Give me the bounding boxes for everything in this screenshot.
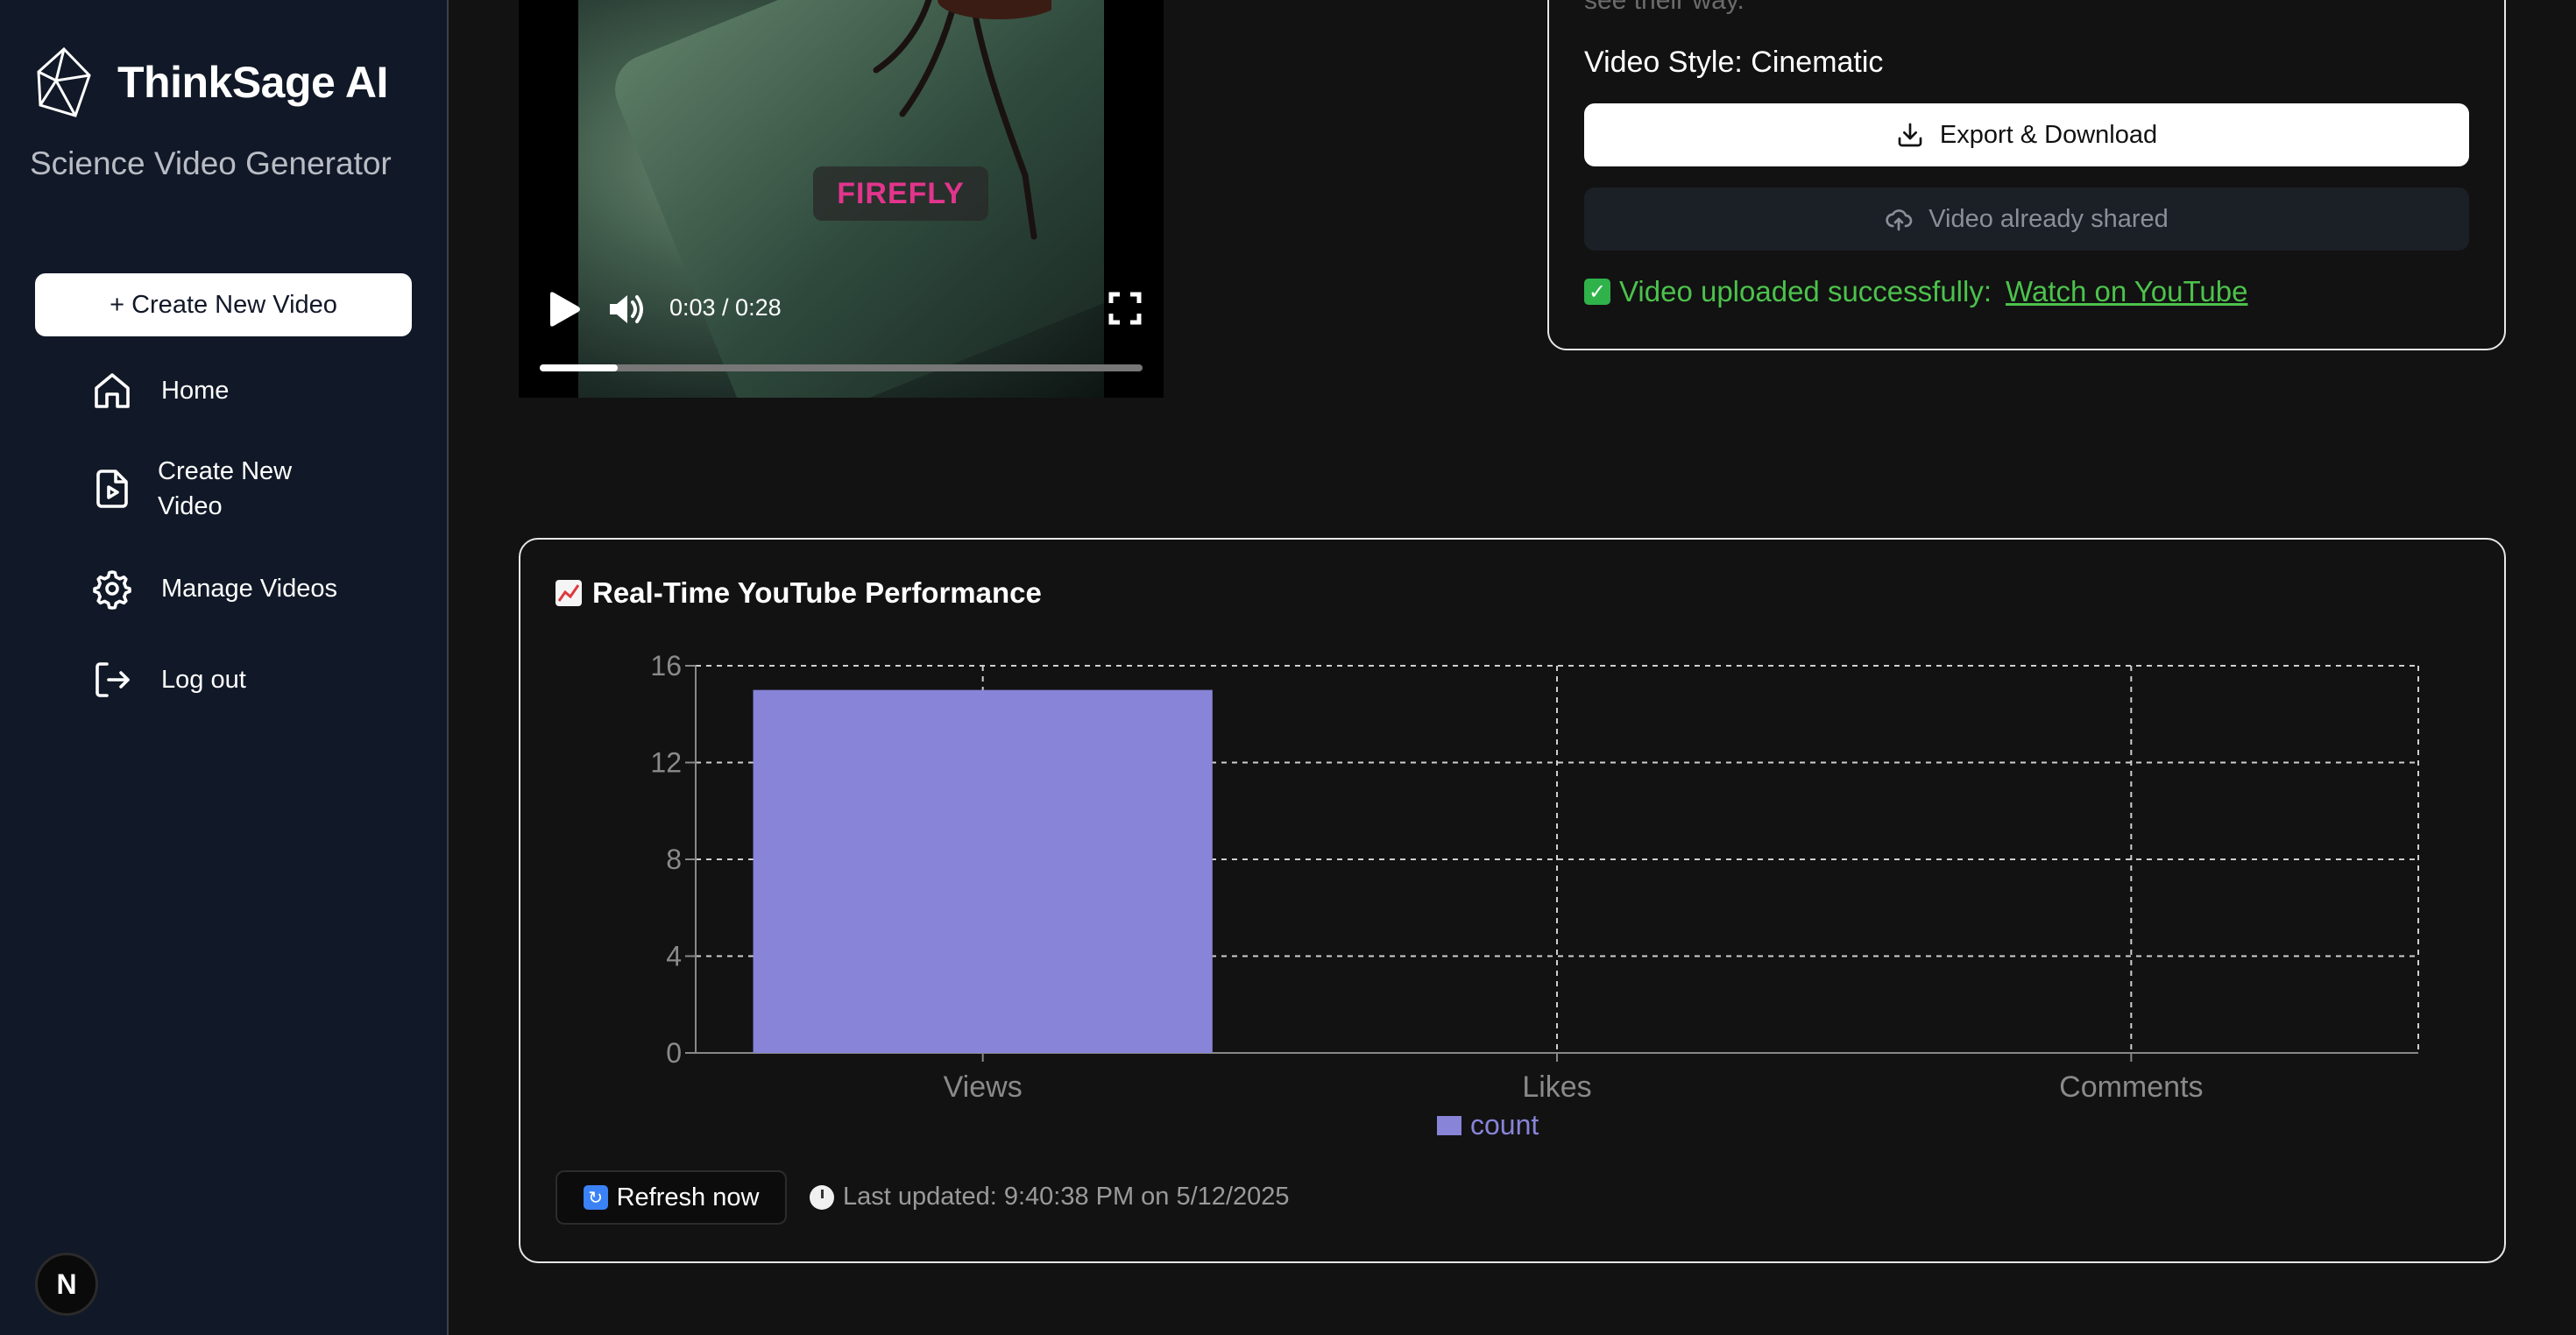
file-video-icon (96, 470, 128, 508)
description-text: see their way. (1584, 0, 1744, 15)
sidebar-item-label: Home (161, 377, 230, 405)
performance-title: Real-Time YouTube Performance (556, 576, 1042, 610)
logo-icon (37, 46, 91, 117)
performance-title-text: Real-Time YouTube Performance (592, 576, 1042, 609)
sidebar-item-label: Manage Videos (161, 575, 338, 603)
x-tick-label: Views (944, 1070, 1023, 1104)
play-icon[interactable] (543, 289, 584, 329)
sidebar-item-label: Create New Video (158, 457, 293, 520)
upload-success-message: ✓ Video uploaded successfully: Watch on … (1584, 275, 2247, 308)
insect-legs-icon (873, 0, 1051, 240)
legend-label: count (1470, 1109, 1539, 1141)
share-video-label: Video already shared (1928, 204, 2169, 233)
refresh-icon: ↻ (583, 1185, 608, 1210)
logout-icon (96, 662, 130, 697)
last-updated-text: Last updated: 9:40:38 PM on 5/12/2025 (843, 1183, 1290, 1211)
chart-trend-icon (556, 580, 582, 606)
sidebar-item-label: Log out (161, 666, 246, 694)
brand-name: ThinkSage AI (117, 58, 388, 107)
sidebar: ThinkSage AI Science Video Generator + C… (0, 0, 449, 1335)
sidebar-item-log-out[interactable]: Log out (91, 659, 246, 701)
x-tick-label: Likes (1522, 1070, 1591, 1104)
y-tick-label: 0 (666, 1037, 682, 1069)
create-new-video-button[interactable]: + Create New Video (35, 273, 412, 336)
sidebar-item-home[interactable]: Home (91, 370, 229, 412)
sidebar-item-manage-videos[interactable]: Manage Videos (91, 568, 337, 610)
export-download-button[interactable]: Export & Download (1584, 103, 2469, 166)
sidebar-item-create-new-video[interactable]: Create New Video (91, 454, 324, 524)
video-player[interactable]: FIREFLY 0:03 / 0:28 (519, 0, 1164, 398)
brand[interactable]: ThinkSage AI (35, 46, 388, 119)
video-time: 0:03 / 0:28 (669, 294, 782, 321)
video-style: Video Style: Cinematic (1584, 46, 1884, 79)
export-download-label: Export & Download (1939, 120, 2158, 149)
performance-bar-chart: 0 4 8 12 16 Views Likes Comments (650, 650, 2419, 1104)
y-tick-label: 4 (666, 941, 682, 972)
last-updated: Last updated: 9:40:38 PM on 5/12/2025 (810, 1183, 1290, 1211)
refresh-label: Refresh now (616, 1183, 760, 1211)
legend-swatch (1437, 1115, 1461, 1135)
brand-subtitle: Science Video Generator (30, 145, 392, 181)
chart-legend[interactable]: count (1437, 1109, 1539, 1141)
video-overlay-label: FIREFLY (813, 166, 988, 221)
upload-success-text: Video uploaded successfully: (1619, 275, 1992, 307)
bar-views (753, 689, 1213, 1053)
refresh-now-button[interactable]: ↻ Refresh now (556, 1170, 787, 1225)
y-tick-label: 12 (650, 747, 682, 779)
gear-icon (93, 570, 131, 610)
watch-on-youtube-link[interactable]: Watch on YouTube (2006, 275, 2247, 308)
fullscreen-icon[interactable] (1108, 291, 1143, 326)
download-icon (1898, 123, 1922, 147)
share-video-button[interactable]: Video already shared (1584, 187, 2469, 251)
clock-icon (810, 1184, 834, 1210)
video-progress-bar[interactable] (540, 364, 1143, 371)
home-icon (95, 373, 130, 408)
video-frame: FIREFLY (578, 0, 1104, 398)
y-tick-label: 8 (666, 844, 682, 875)
video-progress-fill (540, 364, 619, 371)
y-tick-label: 16 (650, 650, 682, 682)
x-tick-label: Comments (2059, 1070, 2203, 1104)
volume-icon[interactable] (606, 289, 647, 329)
cloud-upload-icon (1886, 209, 1913, 231)
check-icon: ✓ (1584, 279, 1610, 305)
n-badge-icon[interactable]: N (35, 1253, 98, 1316)
